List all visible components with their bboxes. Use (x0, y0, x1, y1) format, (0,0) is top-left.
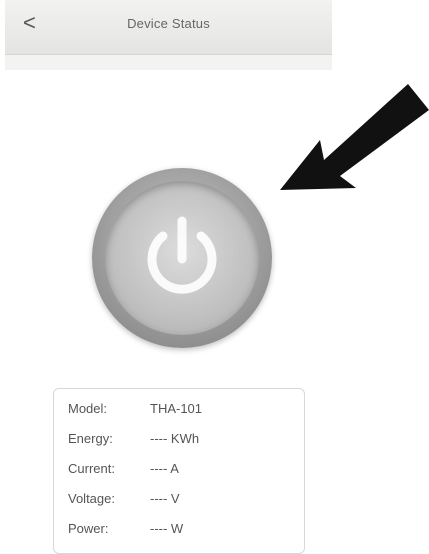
power-button-face (105, 181, 259, 335)
power-icon (147, 216, 217, 294)
info-label: Voltage: (68, 491, 115, 506)
info-value: ---- A (150, 461, 179, 476)
page-title: Device Status (127, 16, 210, 31)
info-label: Model: (68, 401, 108, 416)
device-info-card: Model: THA-101 Energy: ---- KWh Current:… (53, 388, 305, 554)
info-value: THA-101 (150, 401, 203, 416)
info-row-model: Model: THA-101 (68, 401, 202, 421)
info-value: ---- W (150, 521, 184, 536)
info-label: Power: (68, 521, 109, 536)
info-row-voltage: Voltage: ---- V (68, 491, 180, 511)
app-screen: < Device Status Model: THA-101 Energy: -… (5, 0, 332, 554)
header-bar: < Device Status (5, 0, 332, 55)
power-button[interactable] (92, 168, 272, 348)
info-row-power: Power: ---- W (68, 521, 183, 541)
info-row-current: Current: ---- A (68, 461, 179, 481)
arrow-pointer-icon (280, 84, 429, 190)
info-row-energy: Energy: ---- KWh (68, 431, 199, 451)
info-label: Current: (68, 461, 115, 476)
info-value: ---- KWh (150, 431, 200, 446)
info-label: Energy: (68, 431, 113, 446)
info-value: ---- V (150, 491, 180, 506)
